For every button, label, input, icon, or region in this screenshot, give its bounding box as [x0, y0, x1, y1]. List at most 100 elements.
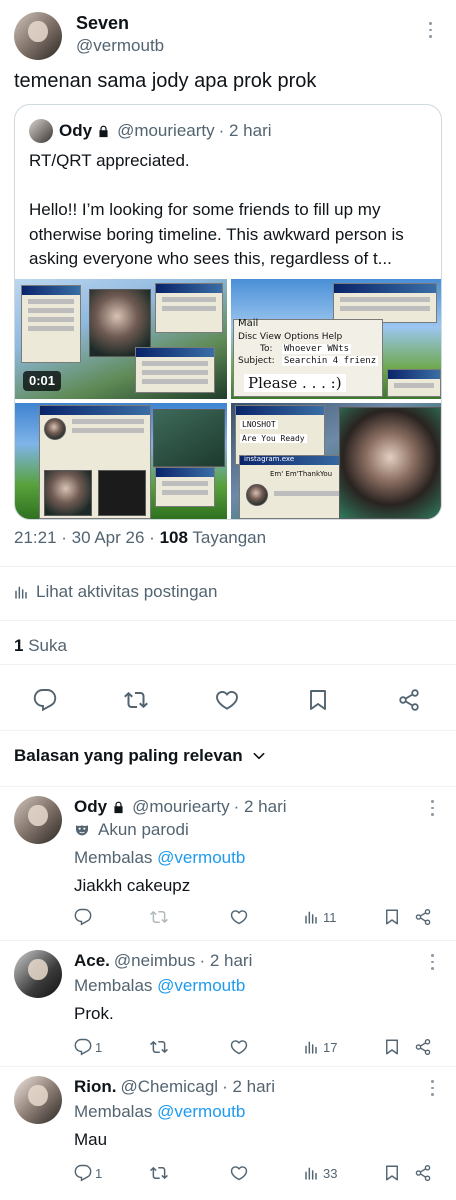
reply-button[interactable]: [74, 906, 95, 928]
reply-author-name[interactable]: Ody: [74, 797, 107, 817]
media-image[interactable]: Mail Disc View Options Help To: Whoever …: [231, 279, 441, 399]
views-count: 108: [159, 528, 188, 547]
views-count: 33: [323, 1165, 338, 1181]
share-icon: [414, 908, 432, 926]
reply-item[interactable]: Ace. @neimbus · 2 hari Membalas @vermout…: [0, 950, 456, 1062]
avatar[interactable]: [14, 796, 62, 844]
repost-icon: [124, 688, 148, 712]
mail-to-label: To:: [260, 344, 273, 354]
like-button[interactable]: [230, 1162, 251, 1184]
more-options-icon[interactable]: [422, 952, 442, 972]
reply-item[interactable]: Rion. @Chemicagl · 2 hari Membalas @verm…: [0, 1076, 456, 1188]
views-button[interactable]: 17: [304, 1036, 337, 1058]
replying-to-link[interactable]: @vermoutb: [157, 848, 245, 868]
mail-to-value: Whoever WNts: [282, 344, 352, 354]
window-caption: Em' Em'ThankYou: [270, 470, 333, 478]
bookmark-icon: [383, 1164, 401, 1182]
share-button[interactable]: [414, 1036, 435, 1058]
reply-button[interactable]: 1: [74, 1162, 102, 1184]
mail-window: Mail Disc View Options Help To: Whoever …: [233, 318, 383, 397]
share-button[interactable]: [414, 1162, 435, 1184]
reply-item[interactable]: Ody @mouriearty · 2 hari Akun parodi Mem…: [0, 796, 456, 936]
replying-to-link[interactable]: @vermoutb: [157, 1102, 245, 1122]
quoted-post[interactable]: Ody @mouriearty · 2 hari RT/QRT apprecia…: [14, 104, 442, 520]
post-activity-link[interactable]: Lihat aktivitas postingan: [14, 582, 217, 602]
views-icon: [14, 584, 30, 600]
likes-count: 1: [14, 636, 24, 655]
share-icon: [414, 1038, 432, 1056]
media-photo: [339, 407, 441, 519]
share-button[interactable]: [389, 680, 429, 720]
repost-button[interactable]: [150, 1162, 171, 1184]
mail-title: Mail: [238, 318, 259, 329]
mail-menu: Disc View Options Help: [238, 332, 343, 342]
repost-button[interactable]: [150, 906, 171, 928]
avatar[interactable]: [14, 12, 62, 60]
reply-icon: [74, 1038, 92, 1056]
media-window: [333, 283, 437, 323]
views-icon: [304, 909, 320, 925]
author-handle[interactable]: @vermoutb: [76, 36, 164, 56]
video-duration-badge: 0:01: [23, 371, 62, 391]
divider: [0, 730, 456, 731]
mail-message: Please . . . :): [244, 374, 346, 392]
reply-text: Jiakkh cakeupz: [74, 876, 191, 895]
repost-icon: [150, 908, 168, 926]
form-field-1: LNOSHOT: [240, 420, 278, 429]
bookmark-button[interactable]: [383, 1162, 404, 1184]
likes-summary[interactable]: 1 Suka: [14, 636, 67, 656]
like-button[interactable]: [207, 680, 247, 720]
media-window: [387, 369, 441, 397]
avatar[interactable]: [14, 950, 62, 998]
reply-author-name[interactable]: Rion.: [74, 1077, 117, 1097]
bookmark-button[interactable]: [383, 1036, 404, 1058]
reply-author-handle[interactable]: @Chemicagl: [121, 1077, 219, 1097]
more-options-icon[interactable]: [422, 798, 442, 818]
window-title: instagram.exe: [244, 455, 295, 463]
views-count: 11: [323, 909, 337, 925]
reply-button[interactable]: 1: [74, 1036, 102, 1058]
bookmark-button[interactable]: [383, 906, 404, 928]
reply-sort-dropdown[interactable]: Balasan yang paling relevan: [14, 746, 267, 766]
lock-icon: [96, 124, 111, 139]
like-button[interactable]: [230, 906, 251, 928]
lock-icon: [111, 800, 126, 815]
reply-header: Rion. @Chemicagl · 2 hari: [74, 1076, 275, 1098]
media-window: [39, 405, 151, 519]
reply-count: 1: [95, 1165, 103, 1181]
bookmark-button[interactable]: [298, 680, 338, 720]
media-image[interactable]: LNOSHOT Are You Ready instagram.exe Em' …: [231, 403, 441, 519]
author-name[interactable]: Seven: [76, 13, 129, 34]
more-options-icon[interactable]: [420, 20, 440, 40]
reply-icon: [74, 908, 92, 926]
replying-to: Membalas @vermoutb: [74, 976, 245, 996]
post-timestamp: 21:21 · 30 Apr 26 ·: [14, 528, 155, 547]
chevron-down-icon: [251, 748, 267, 764]
mail-subject-label: Subject:: [238, 356, 275, 366]
reply-author-handle[interactable]: @neimbus: [114, 951, 196, 971]
repost-button[interactable]: [116, 680, 156, 720]
heart-icon: [230, 1038, 248, 1056]
reply-button[interactable]: [25, 680, 65, 720]
like-button[interactable]: [230, 1036, 251, 1058]
media-window: [21, 285, 81, 363]
replying-to-link[interactable]: @vermoutb: [157, 976, 245, 996]
quoted-author-name: Ody: [59, 121, 93, 140]
reply-author-handle[interactable]: @mouriearty: [132, 797, 230, 817]
share-button[interactable]: [414, 906, 435, 928]
avatar: [29, 119, 53, 143]
media-video[interactable]: 0:01: [15, 279, 227, 399]
views-button[interactable]: 11: [304, 906, 337, 928]
more-options-icon[interactable]: [422, 1078, 442, 1098]
heart-icon: [230, 908, 248, 926]
repost-icon: [150, 1038, 168, 1056]
media-image[interactable]: [15, 403, 227, 519]
avatar[interactable]: [14, 1076, 62, 1124]
mask-icon: [74, 822, 90, 838]
views-button[interactable]: 33: [304, 1162, 337, 1184]
post-activity-label: Lihat aktivitas postingan: [36, 582, 218, 601]
reply-author-name[interactable]: Ace.: [74, 951, 110, 971]
parody-label: Akun parodi: [74, 820, 189, 840]
repost-button[interactable]: [150, 1036, 171, 1058]
replying-to: Membalas @vermoutb: [74, 1102, 245, 1122]
